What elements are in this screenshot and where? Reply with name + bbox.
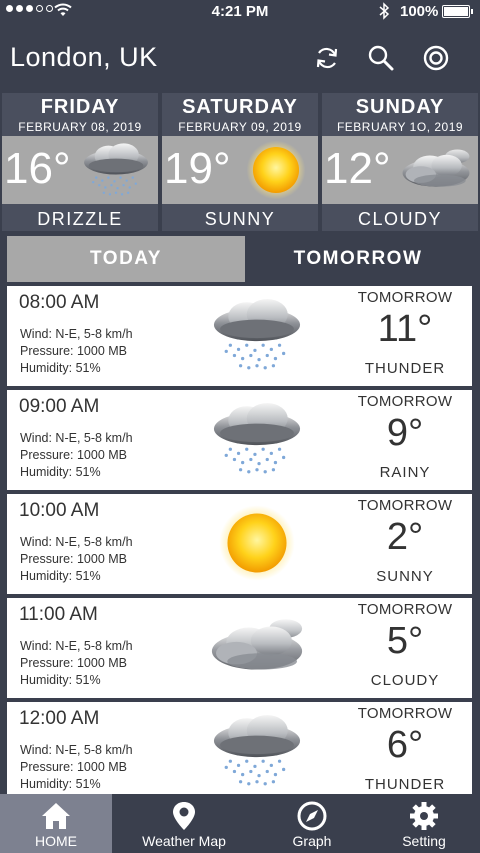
hour-time: 08:00 AM: [19, 292, 100, 313]
day-name: FRIDAY: [40, 96, 120, 118]
pressure-info: Pressure: 1000 MB: [20, 656, 127, 670]
hourly-row[interactable]: 09:00 AM Wind: N-E, 5-8 km/h Pressure: 1…: [7, 390, 472, 490]
nav-graph[interactable]: Graph: [256, 794, 368, 853]
humidity-info: Humidity: 51%: [20, 673, 101, 687]
pressure-info: Pressure: 1000 MB: [20, 552, 127, 566]
gear-icon: [410, 802, 438, 830]
hour-time: 10:00 AM: [19, 500, 100, 521]
day-date: FEBRUARY 1O, 2019: [336, 120, 464, 134]
hour-details: Wind: N-E, 5-8 km/h Pressure: 1000 MB Hu…: [20, 638, 133, 689]
day-temperature: 19°: [164, 144, 231, 193]
day-name: SUNDAY: [355, 96, 445, 118]
hour-details: Wind: N-E, 5-8 km/h Pressure: 1000 MB Hu…: [20, 742, 133, 793]
bottom-navigation: HOME Weather Map Graph Setting: [0, 794, 480, 853]
pressure-info: Pressure: 1000 MB: [20, 448, 127, 462]
hour-condition: CLOUDY: [370, 672, 440, 689]
tab-today[interactable]: TODAY: [7, 236, 245, 282]
pressure-info: Pressure: 1000 MB: [20, 344, 127, 358]
day-condition: CLOUDY: [357, 209, 442, 229]
day-condition: DRIZZLE: [37, 209, 123, 229]
city-title: London, UK: [10, 42, 158, 72]
day-condition: SUNNY: [204, 209, 276, 229]
hour-temperature: 9°: [386, 412, 424, 454]
daily-forecast: FRIDAY FEBRUARY 08, 2019 16° DRIZZLE SAT…: [2, 93, 478, 231]
home-icon: [42, 803, 70, 829]
location-target-icon[interactable]: [422, 44, 450, 72]
tab-tomorrow[interactable]: TOMORROW: [245, 236, 471, 282]
hour-temperature: 11°: [377, 308, 433, 350]
thunder-icon: [202, 294, 312, 376]
day-date: FEBRUARY 08, 2019: [18, 120, 142, 134]
hour-temperature: 5°: [386, 620, 424, 662]
search-icon[interactable]: [367, 44, 395, 72]
day-tabs: TODAY TOMORROW: [7, 236, 471, 282]
hour-day-label: TOMORROW: [357, 289, 453, 306]
bluetooth-icon: [379, 2, 390, 20]
nav-setting[interactable]: Setting: [368, 794, 480, 853]
hour-details: Wind: N-E, 5-8 km/h Pressure: 1000 MB Hu…: [20, 326, 133, 377]
nav-home[interactable]: HOME: [0, 794, 112, 853]
wind-info: Wind: N-E, 5-8 km/h: [20, 535, 133, 549]
nav-weather-map[interactable]: Weather Map: [112, 794, 256, 853]
hour-day-label: TOMORROW: [357, 601, 453, 618]
humidity-info: Humidity: 51%: [20, 777, 101, 791]
hour-condition: THUNDER: [364, 360, 446, 377]
hour-day-label: TOMORROW: [357, 705, 453, 722]
battery-icon: [442, 5, 473, 18]
thunder-icon: [202, 710, 312, 792]
cloudy-icon: [202, 606, 312, 688]
hour-time: 09:00 AM: [19, 396, 100, 417]
hour-time: 12:00 AM: [19, 708, 100, 729]
day-card[interactable]: FRIDAY FEBRUARY 08, 2019 16° DRIZZLE: [2, 93, 158, 231]
hourly-row[interactable]: 11:00 AM Wind: N-E, 5-8 km/h Pressure: 1…: [7, 598, 472, 698]
sun-icon: [219, 505, 295, 581]
day-date: FEBRUARY 09, 2019: [178, 120, 302, 134]
hour-temperature: 2°: [386, 516, 424, 558]
cloudy-icon: [398, 138, 474, 202]
hourly-forecast-list[interactable]: 08:00 AM Wind: N-E, 5-8 km/h Pressure: 1…: [7, 286, 472, 794]
day-temperature: 12°: [324, 144, 391, 193]
day-card[interactable]: SUNDAY FEBRUARY 1O, 2019 12° CLOUDY: [322, 93, 478, 231]
hour-temperature: 6°: [386, 724, 424, 766]
map-pin-icon: [173, 802, 195, 830]
sun-icon: [238, 138, 314, 202]
hour-condition: RAINY: [379, 464, 431, 481]
rain-icon: [202, 398, 312, 480]
hour-day-label: TOMORROW: [357, 497, 453, 514]
pressure-info: Pressure: 1000 MB: [20, 760, 127, 774]
hour-details: Wind: N-E, 5-8 km/h Pressure: 1000 MB Hu…: [20, 534, 133, 585]
hour-condition: THUNDER: [364, 776, 446, 793]
hourly-row[interactable]: 10:00 AM Wind: N-E, 5-8 km/h Pressure: 1…: [7, 494, 472, 594]
wind-info: Wind: N-E, 5-8 km/h: [20, 431, 133, 445]
humidity-info: Humidity: 51%: [20, 569, 101, 583]
wind-info: Wind: N-E, 5-8 km/h: [20, 639, 133, 653]
compass-icon: [297, 801, 327, 831]
drizzle-icon: [78, 138, 154, 202]
hour-condition: SUNNY: [376, 568, 434, 585]
app-header: London, UK: [0, 38, 480, 82]
hour-details: Wind: N-E, 5-8 km/h Pressure: 1000 MB Hu…: [20, 430, 133, 481]
battery-percentage: 100%: [400, 3, 439, 20]
hourly-row[interactable]: 08:00 AM Wind: N-E, 5-8 km/h Pressure: 1…: [7, 286, 472, 386]
nav-label: Weather Map: [142, 833, 226, 849]
humidity-info: Humidity: 51%: [20, 361, 101, 375]
status-bar: 4:21 PM 100%: [0, 0, 480, 24]
humidity-info: Humidity: 51%: [20, 465, 101, 479]
day-temperature-panel: 12°: [322, 136, 478, 204]
nav-label: HOME: [35, 833, 77, 849]
refresh-icon[interactable]: [313, 44, 341, 72]
day-temperature-panel: 19°: [162, 136, 318, 204]
hour-day-label: TOMORROW: [357, 393, 453, 410]
day-card[interactable]: SATURDAY FEBRUARY 09, 2019 19° SUNNY: [162, 93, 318, 231]
wind-info: Wind: N-E, 5-8 km/h: [20, 743, 133, 757]
day-temperature: 16°: [4, 144, 71, 193]
day-name: SATURDAY: [182, 96, 298, 118]
hour-time: 11:00 AM: [19, 604, 98, 625]
day-temperature-panel: 16°: [2, 136, 158, 204]
wind-info: Wind: N-E, 5-8 km/h: [20, 327, 133, 341]
nav-label: Graph: [292, 833, 332, 849]
hourly-row[interactable]: 12:00 AM Wind: N-E, 5-8 km/h Pressure: 1…: [7, 702, 472, 794]
nav-label: Setting: [402, 833, 446, 849]
